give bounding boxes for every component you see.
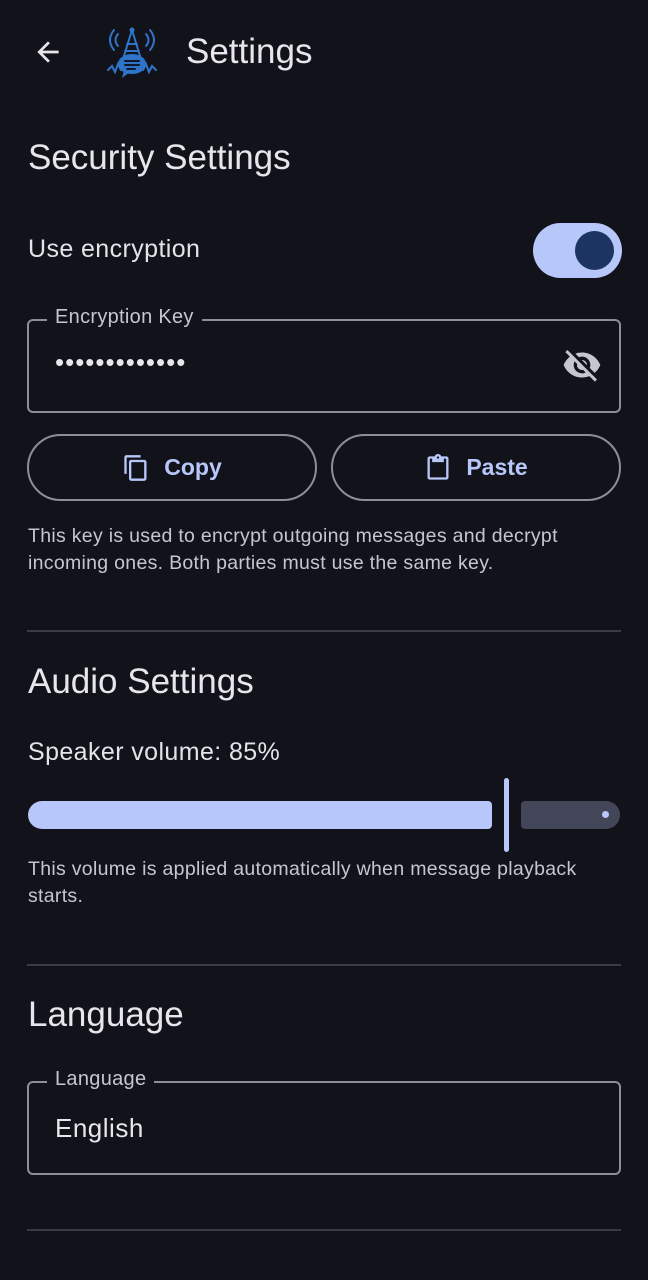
encryption-key-label: Encryption Key	[47, 306, 202, 329]
arrow-back-icon	[32, 36, 64, 73]
encryption-key-field[interactable]: Encryption Key •••••••••••••	[27, 306, 621, 413]
app-bar: Settings	[0, 0, 648, 110]
speaker-volume-label: Speaker volume: 85%	[28, 738, 281, 766]
use-encryption-label: Use encryption	[28, 235, 201, 263]
copy-icon	[122, 453, 150, 483]
copy-label: Copy	[164, 454, 222, 480]
app-logo	[104, 26, 160, 80]
slider-stop-indicator	[602, 811, 609, 818]
visibility-off-icon	[562, 345, 602, 390]
language-field-label: Language	[47, 1068, 155, 1091]
paste-label: Paste	[466, 454, 528, 480]
paste-button[interactable]: Paste	[331, 434, 621, 501]
language-section-title: Language	[28, 995, 184, 1034]
section-divider	[27, 1229, 621, 1231]
slider-active-track	[28, 801, 492, 829]
copy-button[interactable]: Copy	[27, 434, 317, 501]
audio-section-title: Audio Settings	[28, 662, 254, 701]
volume-helper-text: This volume is applied automatically whe…	[28, 858, 577, 907]
toggle-thumb	[575, 231, 614, 270]
back-button[interactable]	[26, 32, 70, 76]
encryption-key-value[interactable]: •••••••••••••	[55, 347, 186, 378]
security-section-title: Security Settings	[28, 138, 291, 177]
volume-slider[interactable]	[28, 776, 620, 854]
language-selected-value: English	[55, 1113, 144, 1143]
slider-handle[interactable]	[504, 778, 509, 852]
language-dropdown[interactable]: Language English	[27, 1068, 621, 1175]
encryption-helper-text: This key is used to encrypt outgoing mes…	[28, 525, 558, 574]
toggle-visibility-button[interactable]	[561, 347, 603, 387]
section-divider	[27, 964, 621, 966]
section-divider	[27, 630, 621, 632]
encryption-toggle[interactable]	[533, 223, 622, 278]
clipboard-icon	[424, 453, 452, 483]
page-title: Settings	[186, 32, 313, 71]
